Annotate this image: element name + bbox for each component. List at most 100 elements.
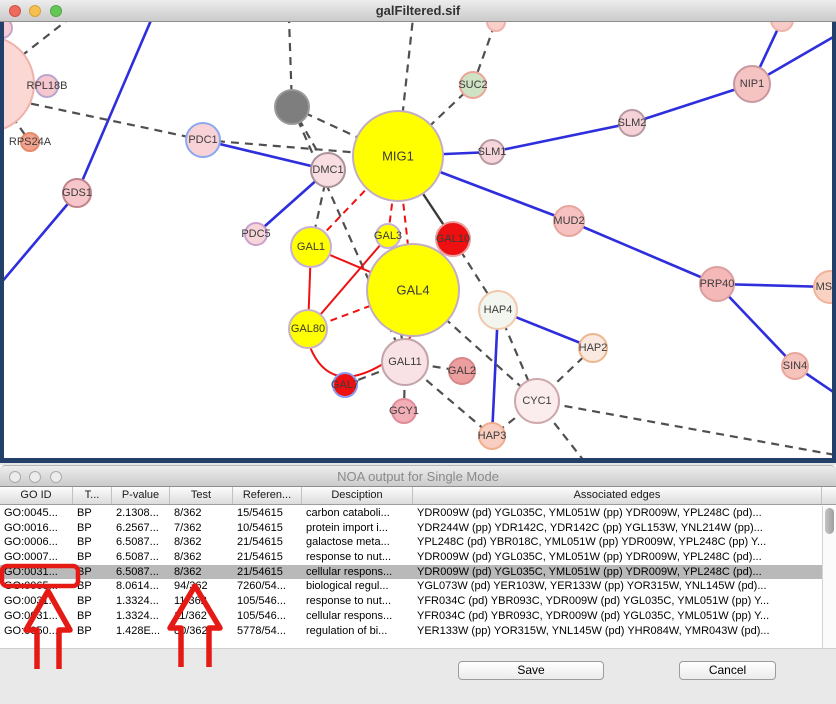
table-cell: regulation of bi... [302,624,413,639]
cancel-button[interactable]: Cancel [679,661,776,680]
table-row[interactable]: GO:0031...BP6.5087...8/36221/54615cellul… [0,565,822,580]
table-cell: 8/362 [170,535,233,550]
column-header-3[interactable]: Test [170,487,233,504]
table-cell: 8.0614... [112,579,170,594]
network-canvas[interactable]: RPL18BRPS24AGDS1PDC1DMC1MIG1SUC2SLM1SLM2… [0,22,836,463]
network-node[interactable] [771,22,793,31]
table-cell: BP [73,624,112,639]
column-header-2[interactable]: P-value [112,487,170,504]
table-cell: YDR244W (pp) YDR142C, YDR142C (pp) YGL15… [413,521,822,536]
table-cell: 1.428E... [112,624,170,639]
network-node-label: HAP4 [484,304,513,316]
network-node-label: PDC5 [241,228,270,240]
scrollbar-thumb[interactable] [825,508,834,534]
network-node-label: MUD2 [553,215,584,227]
column-header-5[interactable]: Desciption [302,487,413,504]
table-cell: 15/54615 [233,506,302,521]
network-node-label: GAL2 [448,365,476,377]
table-header-corner [822,487,836,505]
table-cell: 6.5087... [112,535,170,550]
network-node-label: MSL1 [816,281,832,293]
column-header-0[interactable]: GO ID [0,487,73,504]
table-cell: 21/54615 [233,535,302,550]
vertical-scrollbar[interactable] [822,506,836,648]
table-cell: YGL073W (pd) YER103W, YER133W (pp) YOR31… [413,579,822,594]
footer: Save Cancel [0,648,836,704]
network-node-label: CYC1 [522,395,551,407]
network-node-label: GAL11 [388,356,421,368]
table-cell: 5778/54... [233,624,302,639]
network-node-label: GAL3 [374,230,402,242]
table-cell: 6.5087... [112,565,170,580]
table-header: GO IDT...P-valueTestReferen...Desciption… [0,487,822,505]
table-cell: GO:0031... [0,609,73,624]
network-node[interactable] [487,22,505,31]
table-row[interactable]: GO:0006...BP6.5087...8/36221/54615galact… [0,535,822,550]
table-cell: BP [73,521,112,536]
table-cell: 7260/54... [233,579,302,594]
save-button[interactable]: Save [458,661,604,680]
network-node-label: GDS1 [62,187,92,199]
network-node-label: RPL18B [27,80,68,92]
network-node-label: PRP40 [700,278,735,290]
table-cell: BP [73,535,112,550]
column-header-1[interactable]: T... [73,487,112,504]
table-cell: YPL248C (pd) YBR018C, YML051W (pp) YDR00… [413,535,822,550]
table-cell: 105/546... [233,594,302,609]
column-header-6[interactable]: Associated edges [413,487,822,504]
network-node-label: GAL7 [331,379,359,391]
network-node-label: SLM2 [618,117,647,129]
table-cell: BP [73,506,112,521]
table-cell: 21/54615 [233,550,302,565]
network-edge [4,193,77,290]
table-cell: 11/362 [170,594,233,609]
noa-titlebar: NOA output for Single Mode [0,465,836,487]
table-cell: 21/54615 [233,565,302,580]
table-cell: YDR009W (pd) YGL035C, YML051W (pp) YDR00… [413,506,822,521]
table-cell: 105/546... [233,609,302,624]
network-node[interactable] [4,22,12,38]
table-cell: YER133W (pp) YOR315W, YNL145W (pd) YHR08… [413,624,822,639]
table-cell: 2.1308... [112,506,170,521]
table-cell: 1.3324... [112,609,170,624]
network-node-label: HAP2 [579,342,608,354]
table-row[interactable]: GO:0031...BP1.3324...11/362105/546...res… [0,594,822,609]
table-cell: 6.5087... [112,550,170,565]
network-node[interactable] [275,90,309,124]
table-cell: BP [73,565,112,580]
table-cell: YFR034C (pd) YBR093C, YDR009W (pd) YGL03… [413,594,822,609]
table-cell: 8/362 [170,506,233,521]
network-node-label: SLM1 [478,146,507,158]
table-row[interactable]: GO:0045...BP2.1308...8/36215/54615carbon… [0,506,822,521]
network-node-label: GCY1 [389,405,419,417]
table-cell: 8/362 [170,565,233,580]
network-node-label: RPS24A [9,136,52,148]
table-row[interactable]: GO:0050...BP1.428E...80/3625778/54...reg… [0,624,822,639]
network-node-label: HAP3 [478,430,507,442]
table-cell: 10/54615 [233,521,302,536]
column-header-4[interactable]: Referen... [233,487,302,504]
network-canvas-svg: RPL18BRPS24AGDS1PDC1DMC1MIG1SUC2SLM1SLM2… [4,22,832,458]
table-cell: GO:0031... [0,594,73,609]
network-window-title: galFiltered.sif [0,3,836,18]
network-node-label: PDC1 [188,134,217,146]
table-cell: 11/362 [170,609,233,624]
network-node-label: SUC2 [458,79,487,91]
table-cell: 94/362 [170,579,233,594]
noa-window-title: NOA output for Single Mode [0,469,836,484]
table-cell: 6.2567... [112,521,170,536]
network-node-label: GAL10 [436,233,470,245]
table-cell: BP [73,550,112,565]
network-titlebar: galFiltered.sif [0,0,836,22]
table-row[interactable]: GO:0007...BP6.5087...8/36221/54615respon… [0,550,822,565]
table-cell: response to nut... [302,550,413,565]
table-row[interactable]: GO:0016...BP6.2567...7/36210/54615protei… [0,521,822,536]
network-node-label: MIG1 [382,149,414,164]
table-row[interactable]: GO:0031...BP1.3324...11/362105/546...cel… [0,609,822,624]
table-row[interactable]: GO:0065...BP8.0614...94/3627260/54...bio… [0,579,822,594]
network-edge [77,22,152,193]
table-cell: GO:0065... [0,579,73,594]
table-cell: GO:0007... [0,550,73,565]
network-window: galFiltered.sif RPL18BRPS24AGDS1PDC1DMC1… [0,0,836,463]
table-cell: BP [73,594,112,609]
